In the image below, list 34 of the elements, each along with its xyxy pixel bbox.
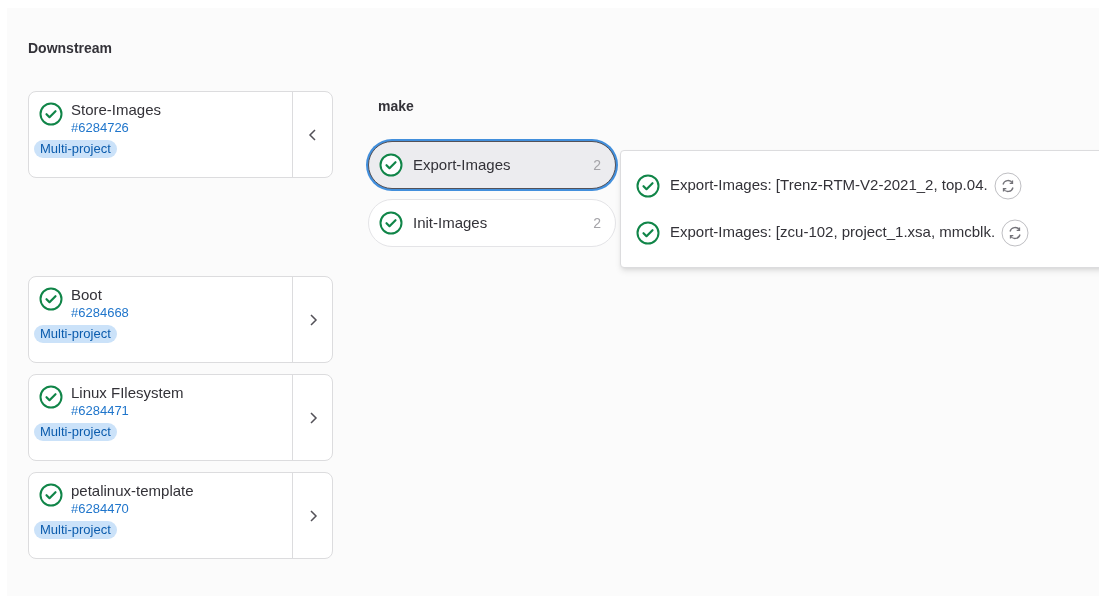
success-check-icon: [636, 220, 660, 245]
pipeline-badge: Multi-project: [34, 325, 117, 343]
pipeline-badge: Multi-project: [34, 423, 117, 441]
section-title: Downstream: [28, 39, 114, 58]
chevron-right-icon: [307, 410, 318, 425]
job-pill[interactable]: Init-Images 2: [368, 199, 616, 247]
pipeline-name[interactable]: Linux FIlesystem: [71, 383, 184, 403]
pipeline-name[interactable]: Store-Images: [71, 100, 162, 120]
chevron-left-icon: [307, 127, 318, 142]
pipeline-badge: Multi-project: [34, 521, 117, 539]
job-count: 2: [593, 155, 601, 175]
stage-title: make: [378, 97, 415, 116]
success-check-icon: [379, 153, 403, 177]
job-count: 2: [593, 213, 601, 233]
success-check-icon: [39, 483, 63, 507]
success-check-icon: [39, 287, 63, 311]
success-check-icon: [39, 102, 63, 126]
success-check-icon: [379, 211, 403, 235]
pipeline-badge: Multi-project: [34, 140, 117, 158]
pipeline-link[interactable]: #6284668: [71, 305, 129, 321]
chevron-right-icon: [307, 508, 318, 523]
retry-icon[interactable]: [1001, 218, 1030, 247]
success-check-icon: [39, 385, 63, 409]
dropdown-job-item[interactable]: Export-Images: [zcu-102, project_1.xsa, mmcblk.: [670, 221, 996, 244]
success-check-icon: [636, 173, 660, 198]
dropdown-job-item[interactable]: Export-Images: [Trenz-RTM-V2-2021_2, top.04.: [670, 174, 988, 197]
pipeline-link[interactable]: #6284471: [71, 403, 184, 419]
pipeline-name[interactable]: petalinux-template: [71, 481, 194, 501]
retry-icon[interactable]: [993, 171, 1022, 200]
chevron-right-icon: [307, 312, 318, 327]
pipeline-name[interactable]: Boot: [71, 285, 129, 305]
pipeline-link[interactable]: #6284726: [71, 120, 162, 136]
pipeline-link[interactable]: #6284470: [71, 501, 194, 517]
job-pill[interactable]: Export-Images 2: [368, 141, 616, 189]
